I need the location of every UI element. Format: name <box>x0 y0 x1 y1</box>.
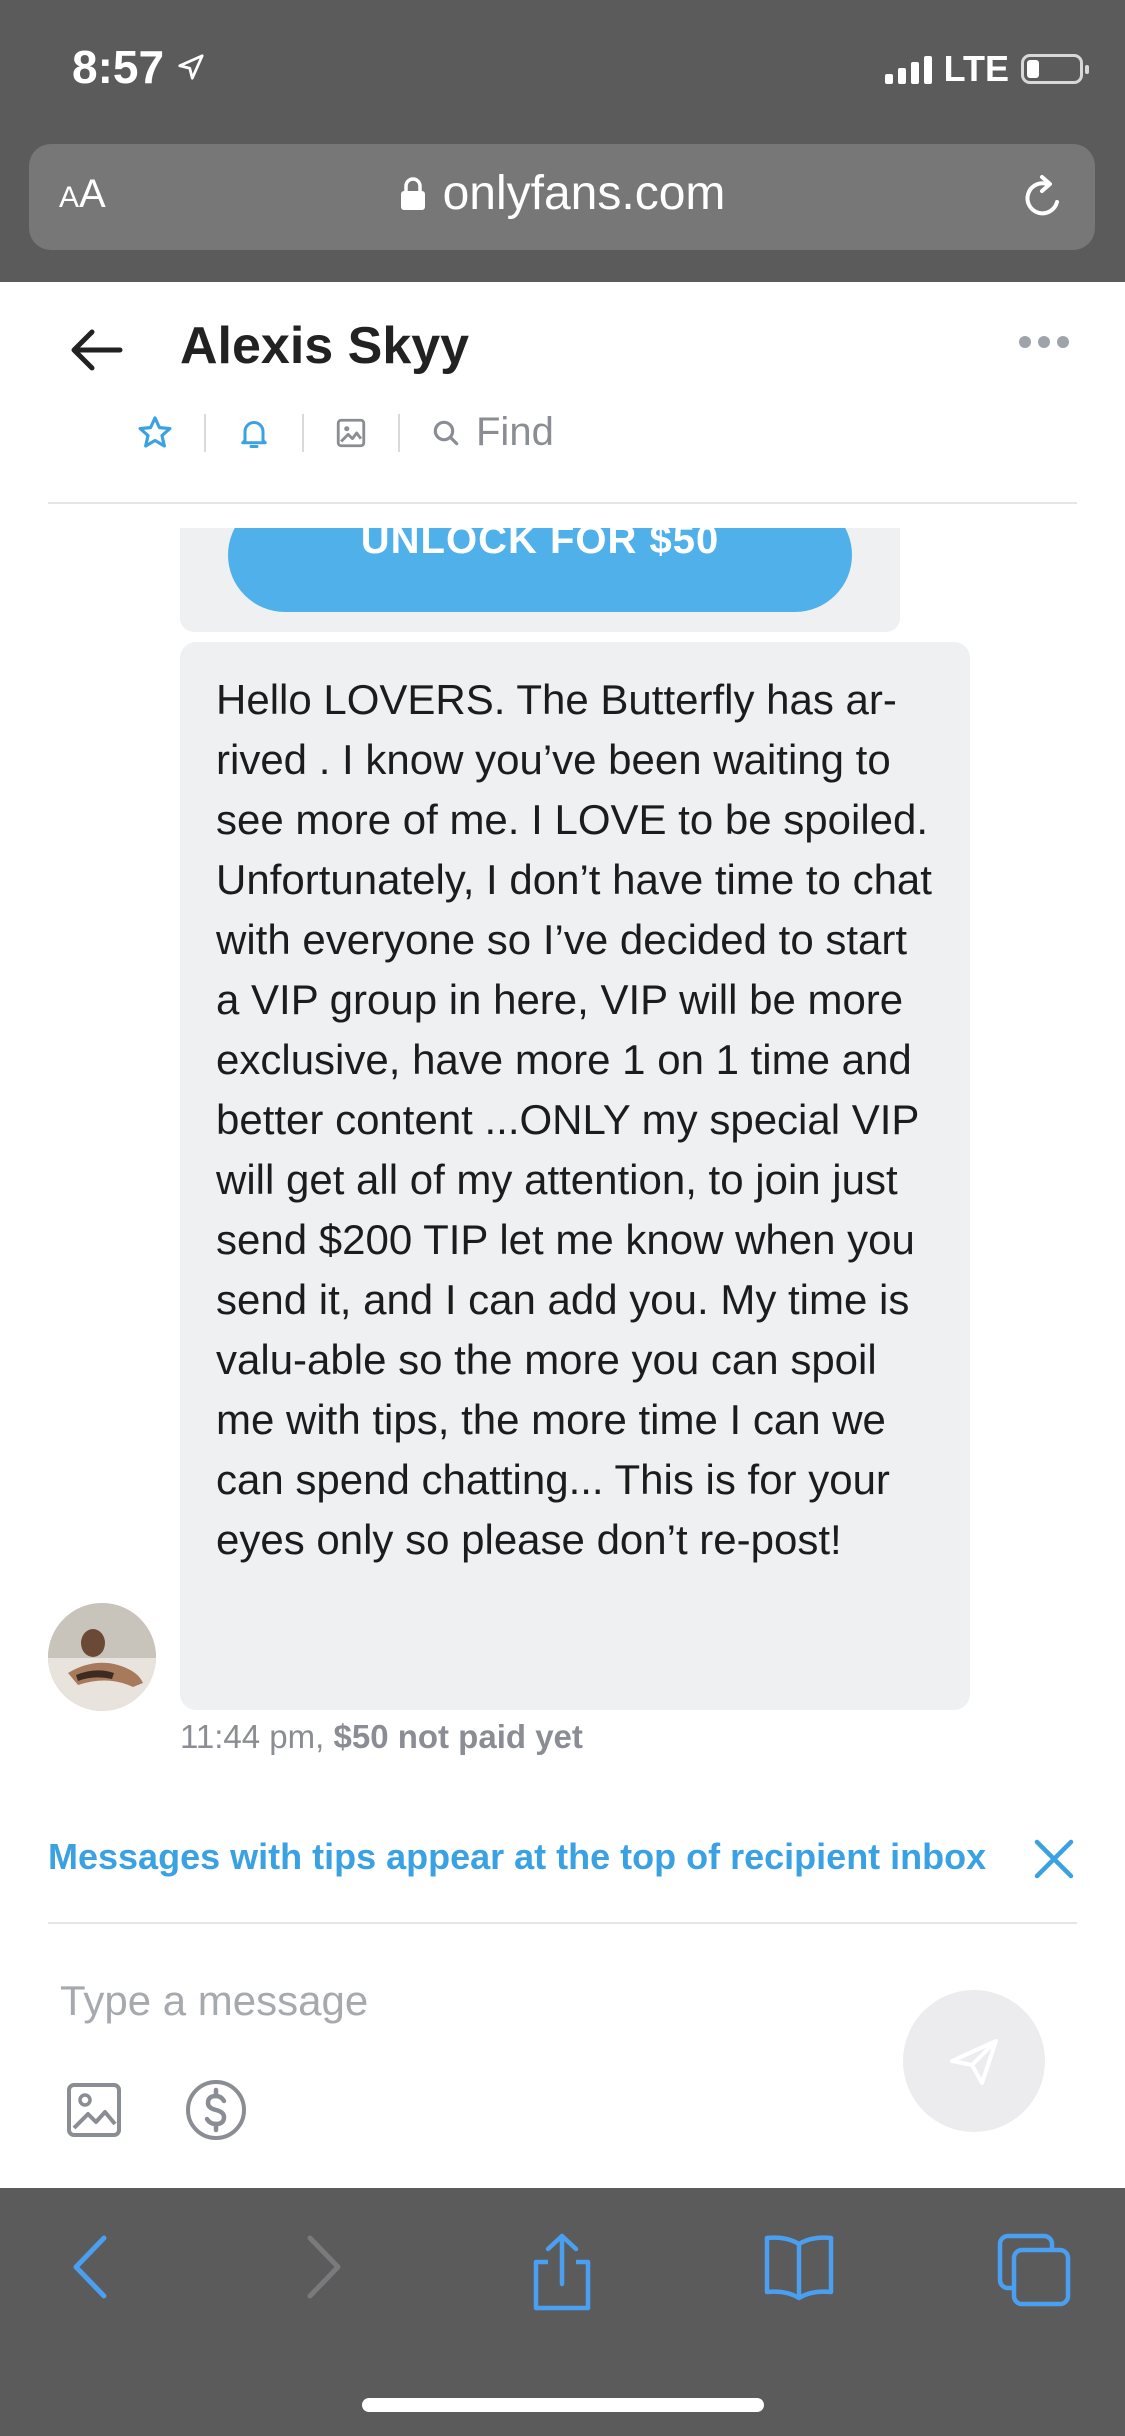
tip-notice: Messages with tips appear at the top of … <box>48 1836 987 1877</box>
lock-icon <box>400 176 425 210</box>
find-label: Find <box>476 410 554 454</box>
tabs-icon[interactable] <box>996 2232 1072 2308</box>
toolbar-divider <box>398 413 400 452</box>
message-input[interactable] <box>60 1966 860 2036</box>
image-attach-icon[interactable] <box>66 2082 122 2138</box>
header-divider <box>48 502 1077 504</box>
message-text: Hello LOVERS. The Butterfly has ar-rived… <box>216 676 932 1563</box>
location-arrow-icon <box>178 54 204 80</box>
battery-icon <box>1021 54 1089 84</box>
reload-icon[interactable] <box>1017 172 1069 224</box>
bookmarks-icon[interactable] <box>762 2232 836 2302</box>
share-icon[interactable] <box>528 2232 596 2312</box>
browser-top-chrome: 8:57 LTE AA onlyfans.com <box>0 0 1125 282</box>
safari-back-icon[interactable] <box>66 2232 114 2302</box>
toolbar-divider <box>302 413 304 452</box>
status-indicators: LTE <box>884 48 1089 90</box>
unlock-button[interactable]: UNLOCK FOR $50 <box>228 528 852 612</box>
url-text: onlyfans.com <box>442 167 726 220</box>
bell-icon[interactable] <box>236 415 272 451</box>
signal-icon <box>884 54 932 84</box>
send-icon <box>950 2039 998 2085</box>
toolbar-divider <box>204 413 206 452</box>
message-bubble: Hello LOVERS. The Butterfly has ar-rived… <box>180 642 970 1710</box>
more-icon[interactable] <box>1019 336 1069 348</box>
status-time-text: 8:57 <box>72 41 165 93</box>
search-icon <box>433 420 459 445</box>
find-button[interactable]: Find <box>430 410 554 455</box>
status-time: 8:57 <box>72 40 206 94</box>
payment-status: $50 not paid yet <box>333 1718 583 1755</box>
home-indicator[interactable] <box>362 2398 764 2412</box>
message-time: 11:44 pm, <box>180 1718 325 1755</box>
close-icon[interactable] <box>1029 1834 1079 1884</box>
safari-forward-icon[interactable] <box>300 2232 348 2302</box>
network-label: LTE <box>943 48 1009 89</box>
address-bar[interactable]: AA onlyfans.com <box>29 144 1095 250</box>
contact-name[interactable]: Alexis Skyy <box>180 316 469 376</box>
chat-toolbar: Find <box>136 410 554 455</box>
notice-divider <box>48 1922 1077 1924</box>
message-meta: 11:44 pm, $50 not paid yet <box>180 1718 583 1756</box>
star-icon[interactable] <box>136 414 174 452</box>
dollar-icon[interactable] <box>184 2078 248 2142</box>
back-arrow-icon[interactable] <box>66 320 126 380</box>
previous-message-bubble: UNLOCK FOR $50 <box>180 528 900 632</box>
image-icon[interactable] <box>334 416 368 450</box>
send-button[interactable] <box>903 1990 1045 2132</box>
avatar[interactable] <box>48 1603 156 1711</box>
url-display[interactable]: onlyfans.com <box>29 166 1095 221</box>
